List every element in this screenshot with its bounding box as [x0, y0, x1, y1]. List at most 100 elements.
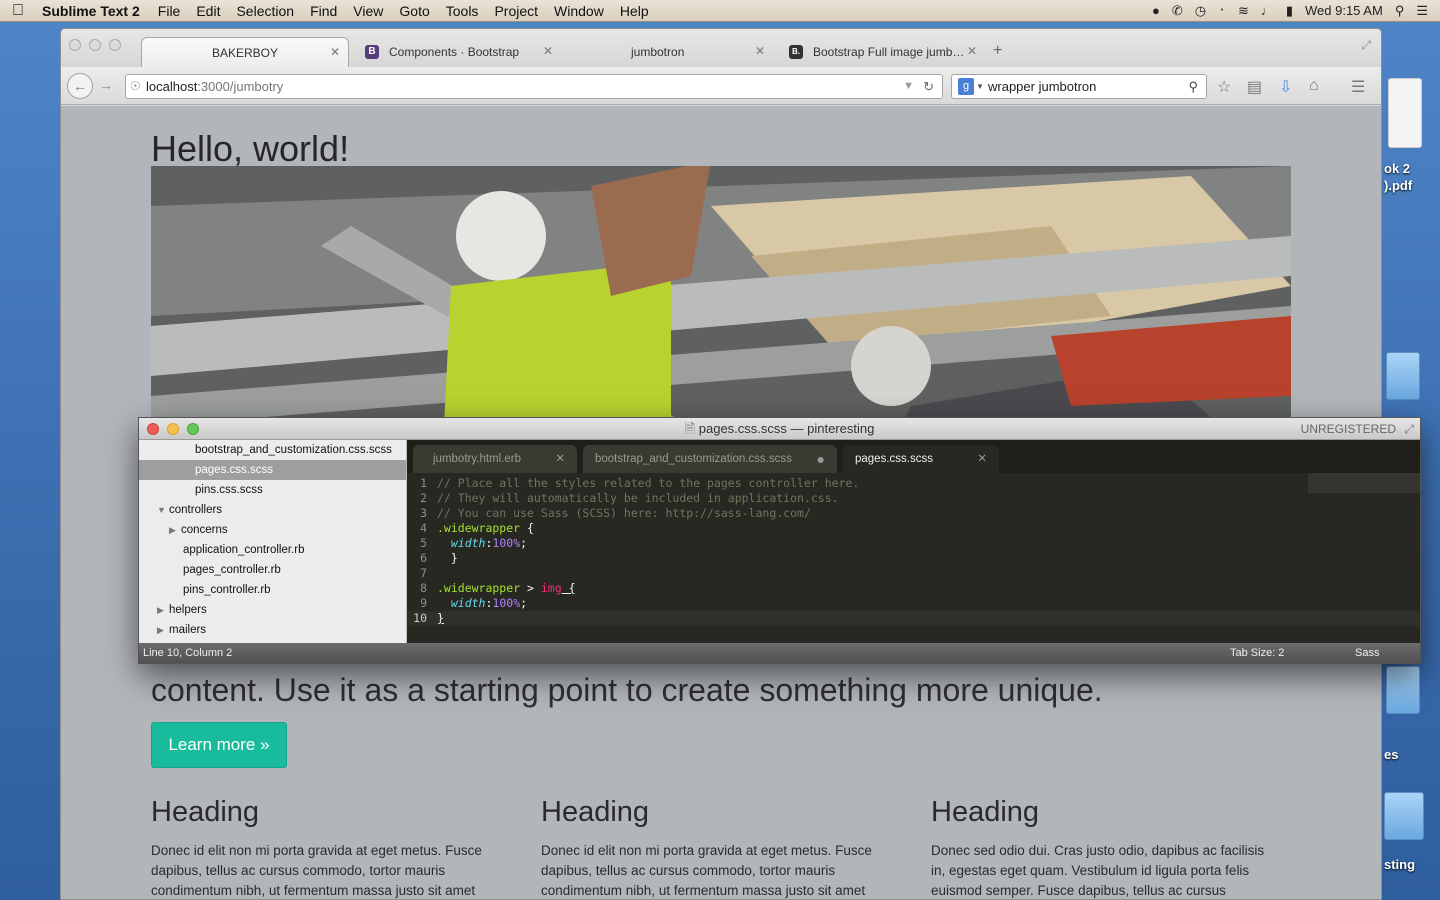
code-line: 8 .widewrapper > img {	[420, 581, 576, 595]
editor-tab-bootstrap-customization[interactable]: bootstrap_and_customization.css.scss ●	[583, 445, 837, 473]
menu-app-name[interactable]: Sublime Text 2	[36, 3, 150, 19]
search-engine-dropdown-icon[interactable]: ▼	[976, 75, 984, 98]
menu-help[interactable]: Help	[612, 3, 657, 19]
sidebar-file[interactable]: pins.css.scss	[139, 480, 406, 500]
search-bar[interactable]: g ▼ wrapper jumbotron ⚲	[951, 74, 1207, 99]
url-dropdown-icon[interactable]: ▼	[903, 75, 914, 98]
sidebar-file-selected[interactable]: pages.css.scss	[139, 460, 406, 480]
code-line-current: 10}	[407, 611, 1420, 626]
new-tab-button[interactable]: +	[993, 42, 1002, 60]
browser-tab-bootstrap-full-image[interactable]: B. Bootstrap Full image jumb… ✕	[777, 37, 985, 67]
menu-window[interactable]: Window	[546, 3, 612, 19]
syntax-setting[interactable]: Sass	[1355, 643, 1379, 663]
browser-tab-bar: BAKERBOY ✕ B Components · Bootstrap ✕ ju…	[61, 29, 1381, 67]
collapsed-arrow-icon[interactable]: ▶	[157, 620, 169, 640]
menu-find[interactable]: Find	[302, 3, 345, 19]
code-line: 3// You can use Sass (SCSS) here: http:/…	[420, 506, 811, 520]
evernote-icon[interactable]: ●	[1152, 3, 1160, 18]
browser-tab-jumbotron[interactable]: jumbotron ✕	[565, 37, 773, 67]
home-icon[interactable]: ⌂	[1309, 77, 1319, 95]
sidebar-item-label: bootstrap_and_customization.css.scss	[195, 444, 392, 456]
close-tab-icon[interactable]: ✕	[977, 445, 987, 473]
sidebar-item-label: pins_controller.rb	[183, 584, 271, 596]
editor-tab-jumbotry[interactable]: jumbotry.html.erb ✕	[413, 445, 577, 473]
zoom-window-icon[interactable]	[109, 39, 121, 51]
minimize-window-icon[interactable]	[89, 39, 101, 51]
code-brace: {	[520, 521, 534, 535]
sidebar-folder[interactable]: ▶ helpers	[139, 600, 406, 620]
menu-project[interactable]: Project	[486, 3, 546, 19]
sidebar-file[interactable]: pins_controller.rb	[139, 580, 406, 600]
editor-tab-label: jumbotry.html.erb	[433, 453, 521, 465]
minimap[interactable]	[1308, 473, 1420, 493]
time-machine-icon[interactable]: ◷	[1195, 3, 1206, 19]
wifi-icon[interactable]: ≋	[1238, 3, 1249, 19]
browser-tab-components[interactable]: B Components · Bootstrap ✕	[353, 37, 561, 67]
desktop-file-label[interactable]: ok 2 ).pdf	[1384, 160, 1412, 194]
menu-file[interactable]: File	[150, 3, 189, 19]
apple-icon[interactable]: 	[0, 2, 36, 20]
fullscreen-icon[interactable]: ⤢	[1361, 38, 1371, 53]
phone-icon[interactable]: ✆	[1172, 3, 1183, 19]
sublime-title-bar: 🗎 pages.css.scss — pinteresting UNREGIST…	[139, 418, 1420, 440]
notification-center-icon[interactable]: ☰	[1416, 3, 1428, 19]
tab-size-setting[interactable]: Tab Size: 2	[1230, 643, 1284, 663]
close-tab-icon[interactable]: ✕	[967, 44, 977, 58]
sidebar-folder[interactable]: ▼ controllers	[139, 500, 406, 520]
bookmarks-menu-icon[interactable]: ▤	[1247, 77, 1262, 97]
close-window-icon[interactable]	[147, 423, 159, 435]
search-icon[interactable]: ⚲	[1188, 75, 1198, 98]
sidebar-folder[interactable]: ▶ mailers	[139, 620, 406, 640]
sidebar-file[interactable]: pages_controller.rb	[139, 560, 406, 580]
menu-edit[interactable]: Edit	[188, 3, 228, 19]
desktop-folder-icon[interactable]	[1386, 666, 1420, 714]
desktop-folder-icon[interactable]	[1384, 792, 1424, 840]
desktop-folder-icon[interactable]	[1388, 78, 1422, 148]
code-line: 6 }	[420, 551, 458, 565]
sidebar-folder[interactable]: ▶ concerns	[139, 520, 406, 540]
code-editor[interactable]: 1// Place all the styles related to the …	[407, 473, 1420, 645]
clock-text[interactable]: Wed 9:15 AM	[1305, 3, 1383, 18]
code-value: 100%	[492, 536, 521, 550]
spotlight-search-icon[interactable]: ⚲	[1395, 3, 1405, 19]
menu-view[interactable]: View	[345, 3, 391, 19]
forward-button[interactable]: →	[99, 77, 113, 93]
collapsed-arrow-icon[interactable]: ▶	[157, 600, 169, 620]
editor-tab-pages-active[interactable]: pages.css.scss ✕	[843, 445, 999, 473]
expanded-arrow-icon[interactable]: ▼	[157, 500, 169, 520]
fullscreen-icon[interactable]: ⤢	[1404, 418, 1414, 440]
google-search-engine-icon[interactable]: g	[958, 78, 974, 95]
bluetooth-icon[interactable]: ᛫	[1218, 3, 1226, 18]
code-line: 4 .widewrapper {	[420, 521, 534, 535]
learn-more-button[interactable]: Learn more »	[151, 722, 287, 768]
downloads-icon[interactable]: ⇩	[1279, 77, 1292, 97]
menu-selection[interactable]: Selection	[228, 3, 302, 19]
sidebar-file[interactable]: bootstrap_and_customization.css.scss	[139, 440, 406, 460]
desktop-folder-label[interactable]: es	[1384, 746, 1398, 763]
close-window-icon[interactable]	[69, 39, 81, 51]
page-title: Hello, world!	[151, 128, 350, 169]
browser-tab-bakerboy[interactable]: BAKERBOY ✕	[141, 37, 349, 67]
close-tab-icon[interactable]: ✕	[555, 445, 565, 473]
hamburger-menu-icon[interactable]: ☰	[1351, 77, 1365, 97]
sidebar-item-label: mailers	[169, 624, 207, 636]
menu-goto[interactable]: Goto	[391, 3, 437, 19]
reload-icon[interactable]: ↻	[923, 75, 934, 98]
zoom-window-icon[interactable]	[187, 423, 199, 435]
url-bar[interactable]: ☉ localhost:3000/jumbotry ▼ ↻	[125, 74, 943, 99]
close-tab-icon[interactable]: ✕	[755, 44, 765, 58]
desktop-folder-icon[interactable]	[1386, 352, 1420, 400]
close-tab-icon[interactable]: ✕	[330, 45, 340, 59]
sidebar-item-label: helpers	[169, 604, 207, 616]
sidebar-file[interactable]: application_controller.rb	[139, 540, 406, 560]
close-tab-icon[interactable]: ✕	[543, 44, 553, 58]
desktop-folder-label[interactable]: sting	[1384, 856, 1415, 873]
menu-tools[interactable]: Tools	[438, 3, 487, 19]
battery-icon[interactable]: ▮	[1286, 3, 1293, 19]
collapsed-arrow-icon[interactable]: ▶	[169, 520, 181, 540]
minimize-window-icon[interactable]	[167, 423, 179, 435]
volume-icon[interactable]: ♩	[1261, 3, 1274, 18]
unsaved-dot-icon[interactable]: ●	[817, 445, 825, 473]
back-button[interactable]: ←	[67, 73, 93, 99]
bookmark-star-icon[interactable]: ☆	[1217, 77, 1231, 97]
